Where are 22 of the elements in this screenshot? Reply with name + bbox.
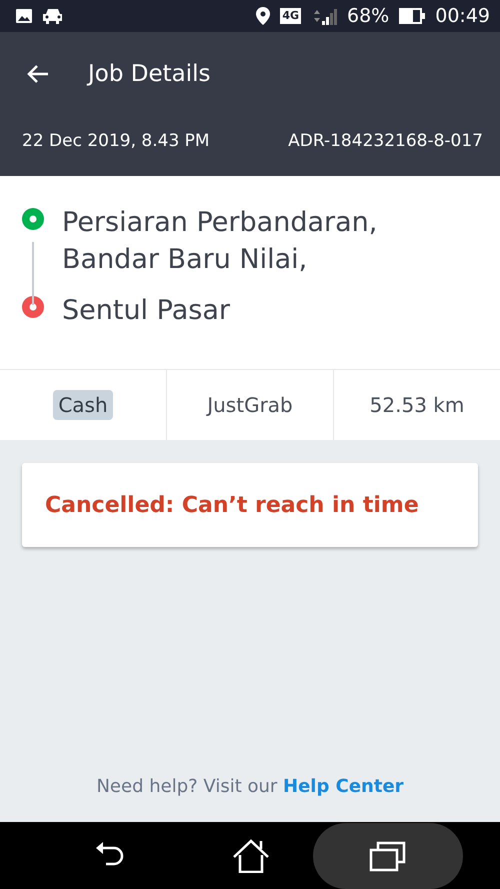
job-date: 22 Dec 2019, 8.43 PM xyxy=(22,131,210,151)
network-type: 4G xyxy=(280,8,301,24)
battery-icon xyxy=(399,8,426,24)
help-text: Need help? Visit our Help Center xyxy=(95,776,405,799)
back-button[interactable] xyxy=(26,64,50,84)
pickup-address: Persiaran Perbandaran, Bandar Baru Nilai, xyxy=(62,206,378,277)
page-title: Job Details xyxy=(88,61,211,87)
car-icon xyxy=(42,8,64,24)
clock: 00:49 xyxy=(435,5,490,27)
home-button[interactable] xyxy=(232,838,270,872)
booking-id: ADR-184232168-8-017 xyxy=(288,131,483,151)
dropoff-address: Sentul Pasar xyxy=(62,294,231,328)
help-center-link[interactable]: Help Center xyxy=(283,776,404,797)
battery-percent: 68% xyxy=(347,5,390,27)
signal-icon xyxy=(311,7,337,25)
cancellation-status: Cancelled: Can’t reach in time xyxy=(22,463,478,547)
payment-method: Cash xyxy=(53,390,113,420)
location-icon xyxy=(256,7,270,25)
service-type: JustGrab xyxy=(205,392,294,419)
recent-apps-icon xyxy=(369,840,407,872)
trip-distance: 52.53 km xyxy=(368,392,466,419)
gallery-icon xyxy=(16,9,32,23)
